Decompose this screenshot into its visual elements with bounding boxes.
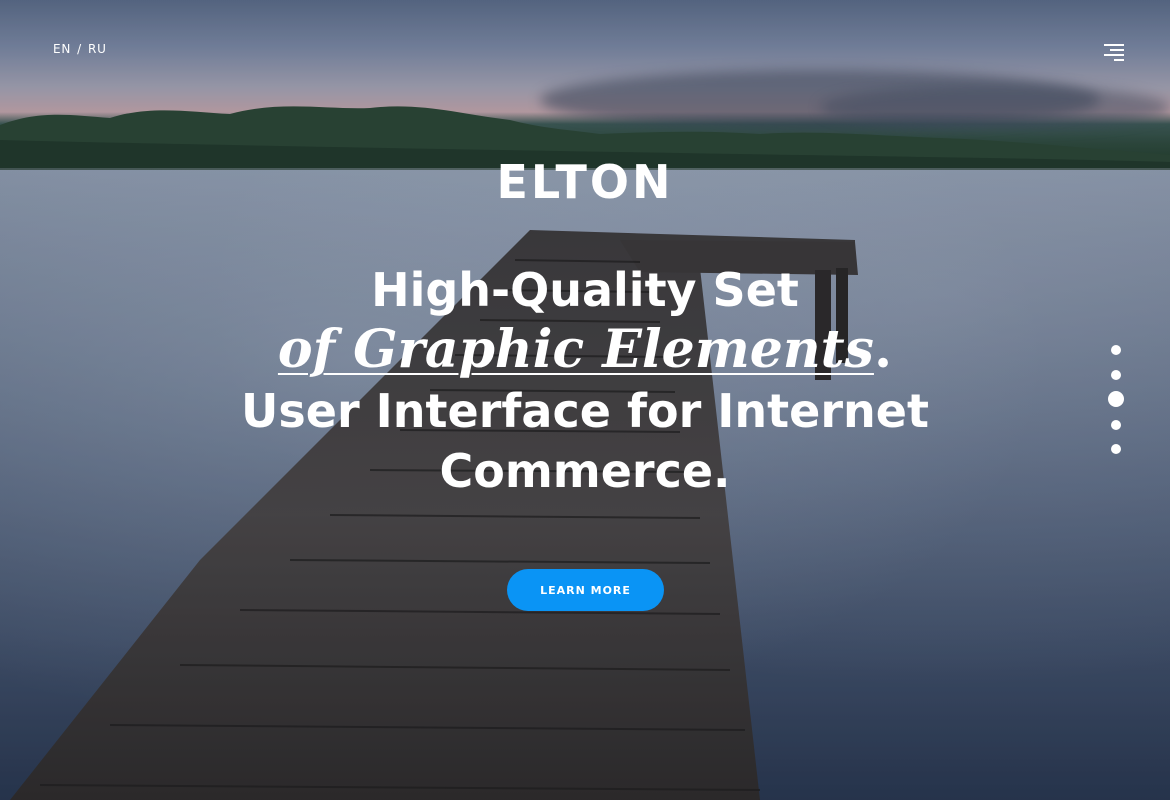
headline-line-3: User Interface for Internet Commerce. [241,384,929,498]
headline-line-2: of Graphic Elements. [185,320,985,381]
language-separator: / [77,42,83,56]
hamburger-menu-icon[interactable] [1102,42,1124,62]
slide-dot-3-active[interactable] [1108,391,1124,407]
headline-line-1: High-Quality Set [371,263,799,317]
slide-dot-2[interactable] [1111,370,1121,380]
learn-more-button[interactable]: LEARN MORE [507,569,664,611]
hero-section: EN / RU ELTON High-Quality Set of Graphic … [0,0,1170,800]
slide-dot-4[interactable] [1111,420,1121,430]
language-option-ru[interactable]: RU [88,42,107,56]
language-option-en[interactable]: EN [53,42,71,56]
language-switcher: EN / RU [53,42,107,56]
hero-headline: High-Quality Set of Graphic Elements. Us… [185,260,985,501]
slider-pagination [1106,343,1126,458]
brand-logo: ELTON [496,155,674,209]
headline-italic-text: of Graphic Elements [277,319,874,380]
headline-italic-period: . [873,319,893,380]
slide-dot-1[interactable] [1111,345,1121,355]
slide-dot-5[interactable] [1111,444,1121,454]
